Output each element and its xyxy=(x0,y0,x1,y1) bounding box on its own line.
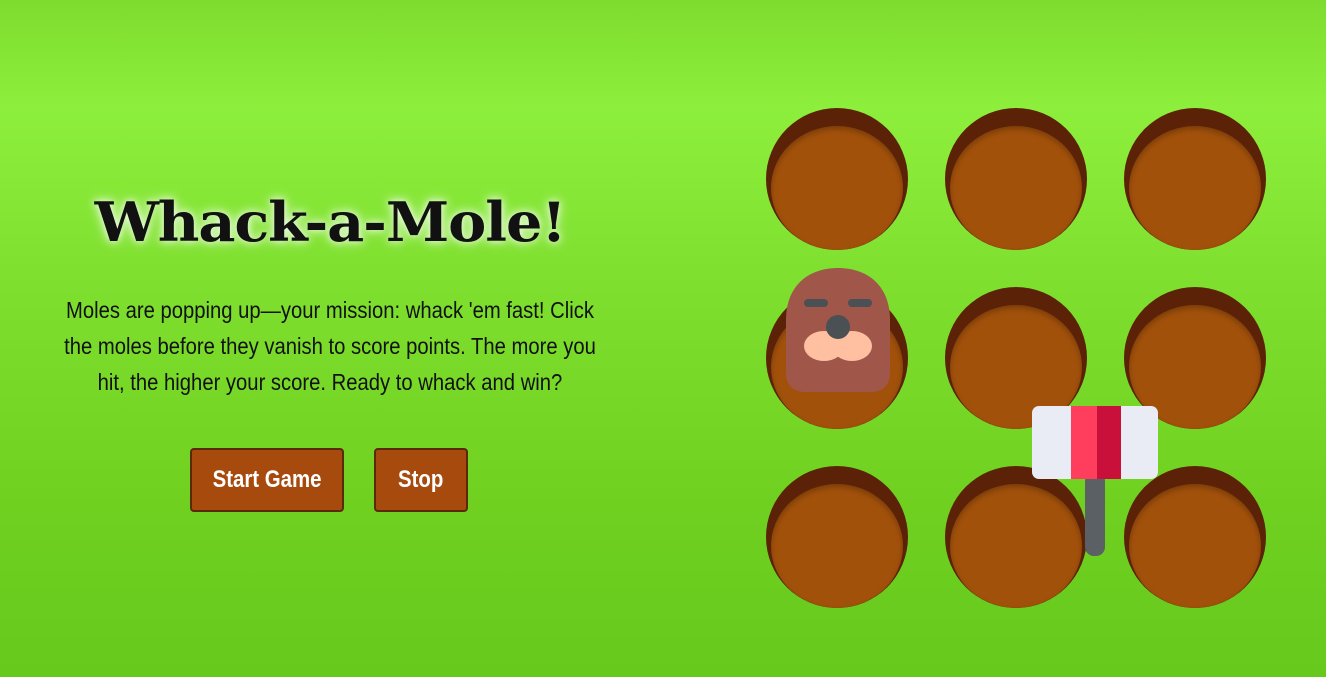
hole-6[interactable] xyxy=(1124,287,1266,429)
hole-1[interactable] xyxy=(766,108,908,250)
hole-9[interactable] xyxy=(1124,466,1266,608)
stop-button[interactable]: Stop xyxy=(374,448,468,512)
mole-icon[interactable] xyxy=(786,268,890,394)
intro-panel: Whack-a-Mole! Moles are popping up—your … xyxy=(0,0,660,677)
game-title: Whack-a-Mole! xyxy=(94,190,567,254)
stop-label: Stop xyxy=(398,466,444,493)
game-description: Moles are popping up—your mission: whack… xyxy=(64,297,596,395)
start-game-label: Start Game xyxy=(212,466,322,493)
hole-2[interactable] xyxy=(945,108,1087,250)
hole-5[interactable] xyxy=(945,287,1087,429)
hole-3[interactable] xyxy=(1124,108,1266,250)
hole-8[interactable] xyxy=(945,466,1087,608)
hole-7[interactable] xyxy=(766,466,908,608)
start-game-button[interactable]: Start Game xyxy=(190,448,344,512)
